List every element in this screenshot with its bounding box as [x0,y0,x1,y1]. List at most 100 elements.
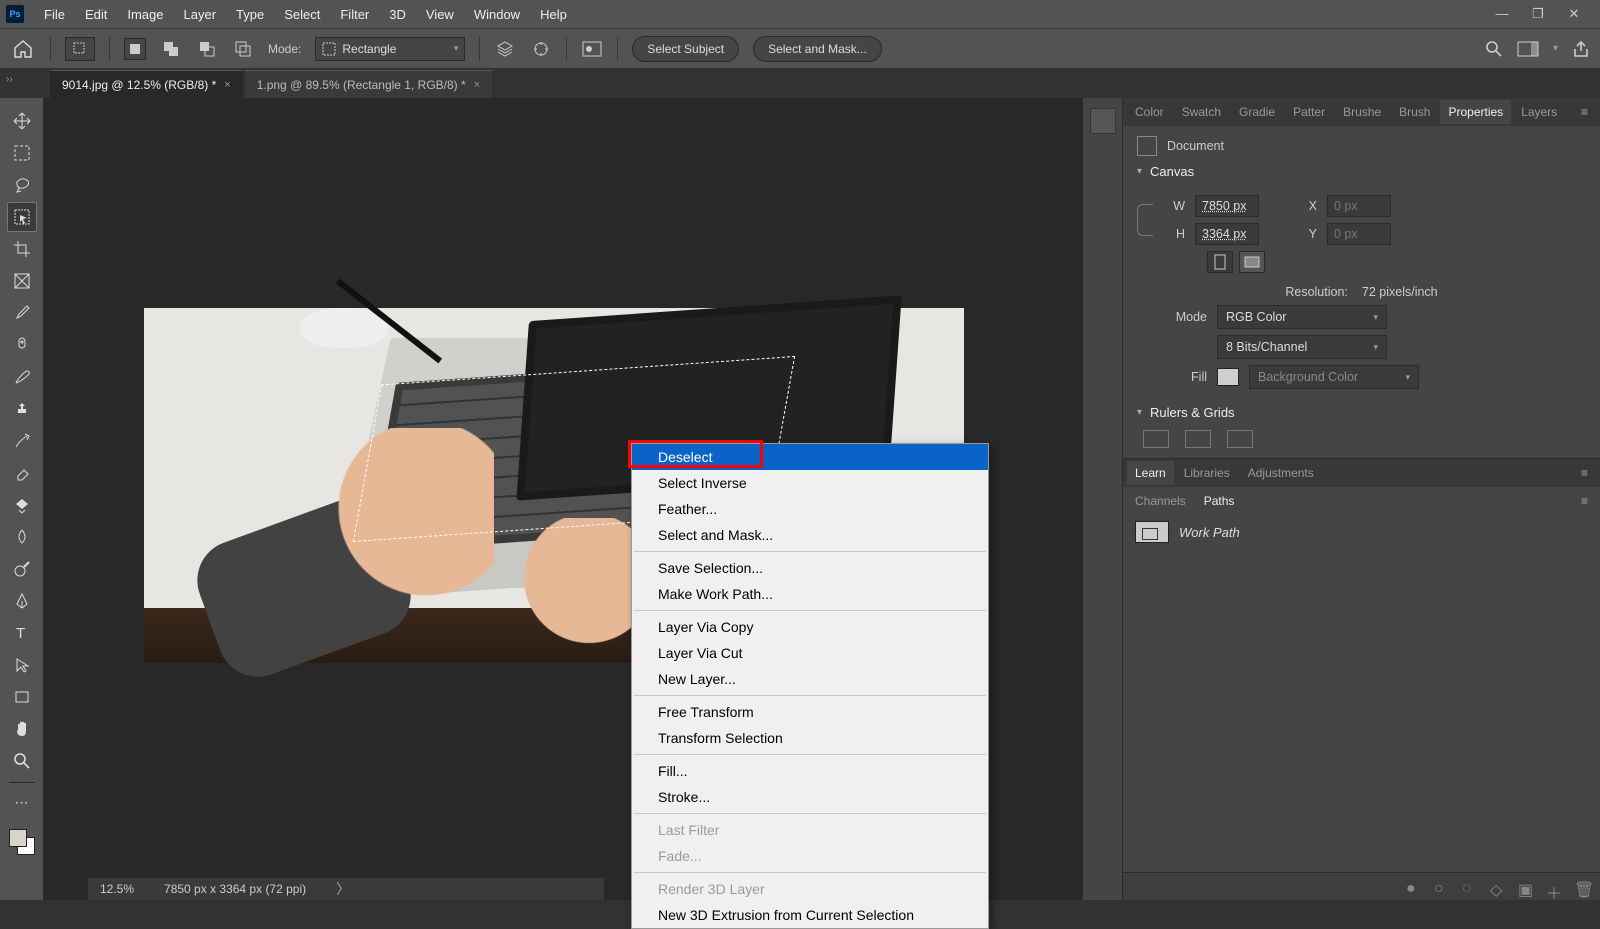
menu-file[interactable]: File [34,3,75,26]
menu-help[interactable]: Help [530,3,577,26]
selection-from-path-icon[interactable]: ◌ [1462,880,1476,894]
eraser-tool-icon[interactable] [7,458,37,488]
blur-tool-icon[interactable] [7,522,37,552]
menu-layer[interactable]: Layer [174,3,227,26]
rulers-icon[interactable] [1143,430,1169,448]
select-subject-button[interactable]: Select Subject [632,36,739,62]
object-aware-icon[interactable] [581,38,603,60]
enhance-edge-icon[interactable] [530,38,552,60]
home-icon[interactable] [10,36,36,62]
ctx-fill[interactable]: Fill... [632,758,988,784]
color-swatches[interactable] [9,829,35,855]
window-restore-icon[interactable]: ❐ [1526,6,1550,22]
lasso-tool-icon[interactable] [7,170,37,200]
subtract-from-selection-icon[interactable] [196,38,218,60]
orientation-portrait-icon[interactable] [1207,251,1233,273]
ctx-layer-via-cut[interactable]: Layer Via Cut [632,640,988,666]
add-to-selection-icon[interactable] [160,38,182,60]
share-icon[interactable] [1572,40,1590,58]
ctx-new-layer[interactable]: New Layer... [632,666,988,692]
healing-brush-tool-icon[interactable] [7,330,37,360]
zoom-tool-icon[interactable] [7,746,37,776]
orientation-landscape-icon[interactable] [1239,251,1265,273]
menu-filter[interactable]: Filter [330,3,379,26]
ctx-layer-via-copy[interactable]: Layer Via Copy [632,614,988,640]
ctx-transform-selection[interactable]: Transform Selection [632,725,988,751]
crop-tool-icon[interactable] [7,234,37,264]
tab-libraries[interactable]: Libraries [1176,461,1238,485]
guides-icon[interactable] [1227,430,1253,448]
new-selection-icon[interactable] [124,38,146,60]
ctx-feather[interactable]: Feather... [632,496,988,522]
chevron-down-icon[interactable]: ▾ [1553,43,1558,54]
menu-window[interactable]: Window [464,3,530,26]
fill-dropdown[interactable]: Background Color▾ [1249,365,1419,389]
tab-adjustments[interactable]: Adjustments [1240,461,1322,485]
path-selection-tool-icon[interactable] [7,650,37,680]
ctx-save-selection[interactable]: Save Selection... [632,555,988,581]
object-selection-tool-icon[interactable] [7,202,37,232]
rectangle-tool-icon[interactable] [7,682,37,712]
canvas-section-header[interactable]: ▾ Canvas [1137,164,1586,179]
move-tool-icon[interactable] [7,106,37,136]
tab-brush-settings[interactable]: Brush [1391,100,1438,124]
collapse-icon[interactable]: ›› [6,74,13,85]
delete-path-icon[interactable]: 🗑 [1574,880,1588,894]
gradient-tool-icon[interactable] [7,490,37,520]
height-input[interactable]: 3364 px [1195,223,1259,245]
clone-stamp-tool-icon[interactable] [7,394,37,424]
ctx-select-and-mask[interactable]: Select and Mask... [632,522,988,548]
menu-view[interactable]: View [416,3,464,26]
mode-dropdown[interactable]: Rectangle ▾ [315,37,465,61]
marquee-tool-icon[interactable] [7,138,37,168]
history-brush-tool-icon[interactable] [7,426,37,456]
fill-path-icon[interactable]: ● [1406,880,1420,894]
tab-layers[interactable]: Layers [1513,100,1565,124]
edit-toolbar-icon[interactable]: ⋯ [7,787,37,817]
document-tab[interactable]: 1.png @ 89.5% (Rectangle 1, RGB/8) * × [245,70,492,98]
window-minimize-icon[interactable]: — [1490,6,1514,22]
type-tool-icon[interactable]: T [7,618,37,648]
tab-properties[interactable]: Properties [1440,100,1511,124]
tab-brushes[interactable]: Brushe [1335,100,1389,124]
close-tab-icon[interactable]: × [224,79,230,91]
add-mask-icon[interactable]: ▣ [1518,880,1532,894]
zoom-level[interactable]: 12.5% [100,882,134,896]
fill-swatch[interactable] [1217,368,1239,386]
color-mode-dropdown[interactable]: RGB Color▾ [1217,305,1387,329]
grid-icon[interactable] [1185,430,1211,448]
bit-depth-dropdown[interactable]: 8 Bits/Channel▾ [1217,335,1387,359]
tab-color[interactable]: Color [1127,100,1172,124]
brush-tool-icon[interactable] [7,362,37,392]
tab-gradients[interactable]: Gradie [1231,100,1283,124]
tab-channels[interactable]: Channels [1127,489,1194,513]
search-icon[interactable] [1485,40,1503,58]
link-dimensions-icon[interactable] [1137,204,1153,236]
tab-paths[interactable]: Paths [1196,489,1243,513]
ctx-new-3d-extrusion[interactable]: New 3D Extrusion from Current Selection [632,902,988,928]
ctx-stroke[interactable]: Stroke... [632,784,988,810]
tool-preset-dropdown[interactable] [65,37,95,61]
width-input[interactable]: 7850 px [1195,195,1259,217]
menu-type[interactable]: Type [226,3,274,26]
ctx-free-transform[interactable]: Free Transform [632,699,988,725]
ctx-select-inverse[interactable]: Select Inverse [632,470,988,496]
intersect-selection-icon[interactable] [232,38,254,60]
window-close-icon[interactable]: ✕ [1562,6,1586,22]
stroke-path-icon[interactable]: ○ [1434,880,1448,894]
menu-select[interactable]: Select [274,3,330,26]
tab-swatches[interactable]: Swatch [1174,100,1229,124]
chevron-right-icon[interactable]: 〉 [336,879,350,899]
tab-patterns[interactable]: Patter [1285,100,1333,124]
document-tab[interactable]: 9014.jpg @ 12.5% (RGB/8) * × [50,70,243,98]
menu-edit[interactable]: Edit [75,3,117,26]
sample-layers-icon[interactable] [494,38,516,60]
panel-menu-icon[interactable]: ≡ [1573,466,1596,480]
panel-menu-icon[interactable]: ≡ [1573,105,1596,119]
workspace-chooser-icon[interactable] [1517,41,1539,57]
close-tab-icon[interactable]: × [474,79,480,91]
path-item[interactable]: Work Path [1123,515,1600,549]
panel-menu-icon[interactable]: ≡ [1573,494,1596,508]
path-from-selection-icon[interactable]: ◇ [1490,880,1504,894]
select-and-mask-button[interactable]: Select and Mask... [753,36,882,62]
